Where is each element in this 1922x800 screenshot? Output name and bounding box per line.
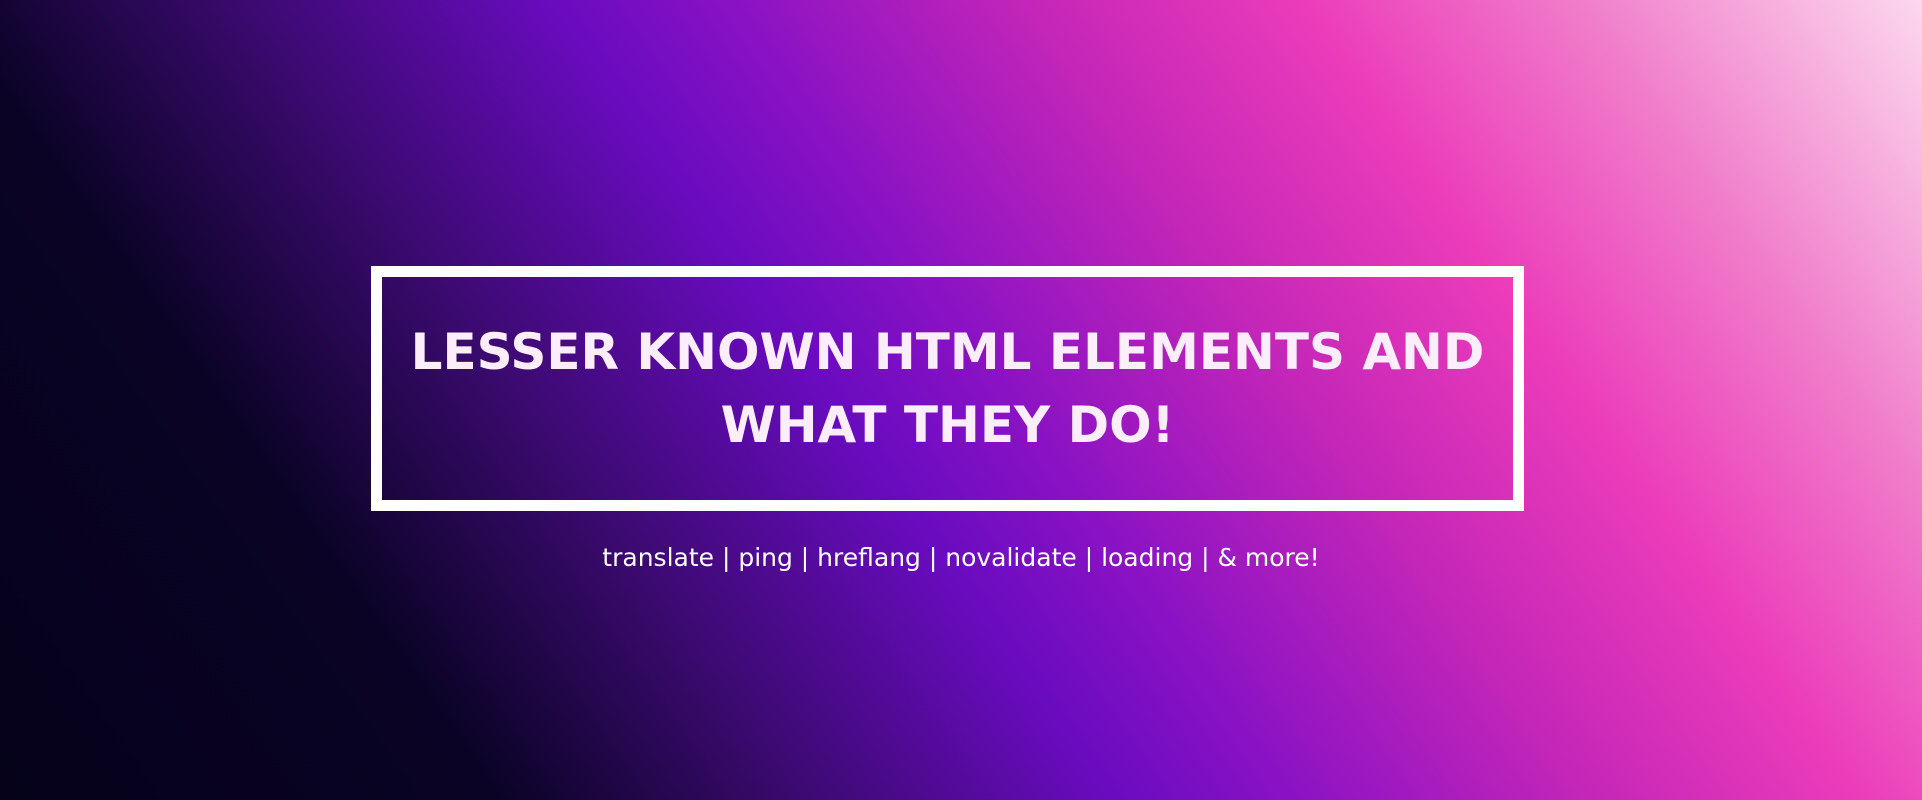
title-line-2: WHAT THEY DO! (720, 395, 1175, 454)
page-title: LESSER KNOWN HTML ELEMENTS AND WHAT THEY… (398, 316, 1498, 462)
title-frame: LESSER KNOWN HTML ELEMENTS AND WHAT THEY… (371, 266, 1524, 511)
subtitle: translate | ping | hreflang | novalidate… (602, 543, 1320, 572)
title-line-1: LESSER KNOWN HTML ELEMENTS AND (410, 322, 1485, 381)
hero-banner: LESSER KNOWN HTML ELEMENTS AND WHAT THEY… (0, 0, 1922, 800)
